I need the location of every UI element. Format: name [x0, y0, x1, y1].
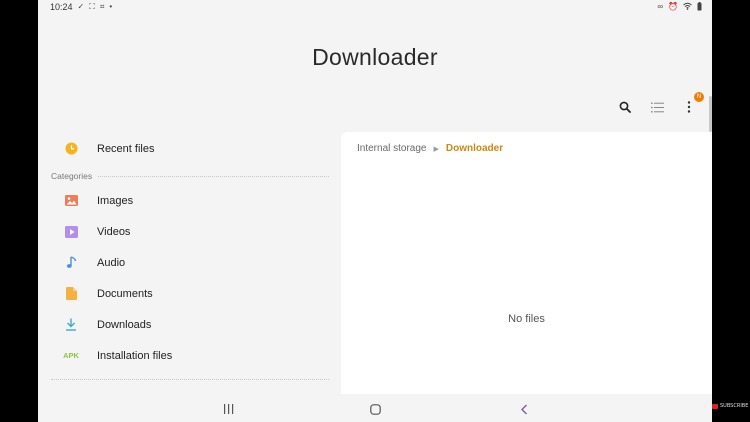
recent-apps-icon [223, 404, 233, 414]
home-icon [369, 403, 381, 415]
status-bar: 10:24 ✓ ⛶ ⌗ • ∞ ⏰ [38, 0, 712, 14]
recent-apps-button[interactable] [220, 401, 236, 417]
breadcrumb: Internal storage ▶ Downloader [357, 143, 503, 154]
list-view-button[interactable] [648, 98, 666, 116]
divider [51, 379, 329, 380]
download-icon [64, 318, 78, 332]
sidebar-item-label: Documents [97, 287, 153, 300]
status-right: ∞ ⏰ [657, 1, 702, 13]
alarm-icon: ⏰ [668, 2, 678, 11]
sidebar-item-documents[interactable]: Documents [38, 278, 338, 309]
sidebar-item-recent-files[interactable]: Recent files [38, 133, 338, 164]
page-title: Downloader [312, 44, 438, 70]
youtube-logo-icon [712, 403, 718, 409]
breadcrumb-current[interactable]: Downloader [446, 143, 503, 154]
watermark-text: SUBSCRIBE [720, 403, 749, 409]
back-icon [521, 404, 527, 414]
categories-label: Categories [51, 171, 93, 181]
navigation-bar [38, 396, 712, 422]
sidebar-item-label: Installation files [97, 349, 173, 362]
notification-dot-icon: • [109, 2, 113, 11]
sidebar-item-label: Audio [97, 256, 126, 269]
divider [98, 175, 329, 177]
scan-icon: ⌗ [99, 2, 105, 11]
scroll-indicator[interactable] [709, 96, 712, 132]
image-icon [64, 194, 78, 208]
search-button[interactable] [616, 98, 634, 116]
youtube-watermark: SUBSCRIBE [712, 403, 748, 409]
sidebar-item-audio[interactable]: Audio [38, 247, 338, 278]
sidebar-item-label: Recent files [97, 142, 155, 155]
file-list-panel: Internal storage ▶ Downloader No files [341, 132, 712, 394]
sidebar-item-videos[interactable]: Videos [38, 216, 338, 247]
breadcrumb-root[interactable]: Internal storage [357, 143, 427, 154]
status-left: 10:24 ✓ ⛶ ⌗ • [50, 2, 112, 12]
more-options-button[interactable]: N [680, 92, 704, 116]
sidebar-item-label: Images [97, 194, 134, 207]
sidebar-item-images[interactable]: Images [38, 185, 338, 216]
more-options-icon [687, 101, 691, 113]
sidebar: Recent files Categories Images Videos Au… [38, 132, 338, 394]
wifi-icon [683, 2, 692, 12]
new-badge: N [694, 92, 704, 102]
battery-icon [697, 1, 702, 13]
clock-icon [64, 142, 78, 156]
search-icon [619, 101, 631, 113]
toolbar: N [616, 92, 704, 116]
document-icon [64, 287, 78, 301]
chevron-right-icon: ▶ [433, 145, 439, 153]
categories-header: Categories [51, 171, 329, 181]
link-icon: ∞ [657, 2, 664, 11]
home-button[interactable] [367, 401, 383, 417]
sidebar-item-downloads[interactable]: Downloads [38, 309, 338, 340]
empty-state-text: No files [508, 313, 545, 325]
back-button[interactable] [516, 401, 532, 417]
sidebar-item-installation-files[interactable]: APK Installation files [38, 340, 338, 371]
screenshot-icon: ⛶ [89, 2, 95, 11]
list-view-icon [650, 102, 664, 112]
checkmark-icon: ✓ [77, 2, 85, 11]
sidebar-item-label: Videos [97, 225, 131, 238]
video-icon [64, 225, 78, 239]
tablet-screen: 10:24 ✓ ⛶ ⌗ • ∞ ⏰ Downloader N Recent fi… [38, 0, 712, 422]
music-note-icon [64, 256, 78, 270]
apk-icon: APK [63, 351, 79, 360]
status-time: 10:24 [50, 2, 73, 12]
sidebar-item-label: Downloads [97, 318, 152, 331]
